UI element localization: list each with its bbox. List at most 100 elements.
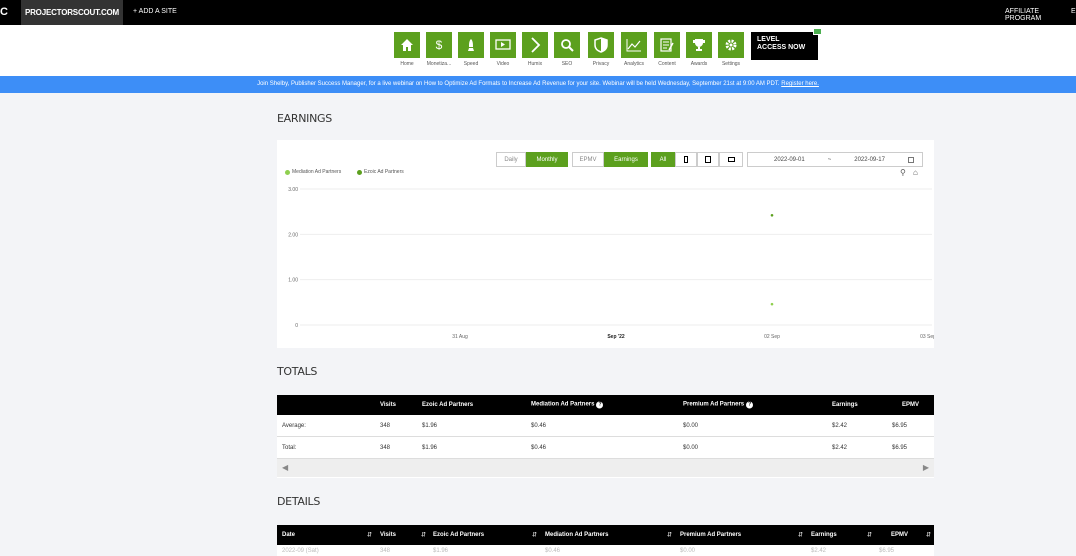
register-link[interactable]: Register here.	[781, 81, 819, 87]
cell-premium: $0.00	[683, 422, 699, 429]
level-access-now-button[interactable]: LEVEL ACCESS NOW	[751, 28, 822, 60]
totals-col-earnings: Earnings	[832, 402, 858, 408]
sort-icon[interactable]: ⇵	[532, 532, 537, 539]
cell-epmv: $6.95	[879, 548, 895, 554]
legend-item-ezoic[interactable]: Ezoic Ad Partners	[357, 169, 404, 175]
sort-icon[interactable]: ⇵	[367, 532, 372, 539]
legend-label: Ezoic Ad Partners	[364, 169, 404, 175]
cell-earnings: $2.42	[811, 548, 827, 554]
nav-item-home[interactable]: Home	[394, 32, 420, 67]
col-text: Mediation Ad Partners	[531, 401, 595, 408]
details-col-premium[interactable]: Premium Ad Partners	[680, 532, 741, 538]
sort-icon[interactable]: ⇵	[867, 532, 872, 539]
home-icon	[401, 39, 413, 51]
row-label: Total:	[282, 444, 297, 451]
topbar-cut-label[interactable]: E	[1071, 8, 1076, 15]
details-heading: DETAILS	[277, 495, 321, 508]
all-devices-button[interactable]: All	[651, 152, 675, 167]
legend-dot	[285, 169, 290, 175]
table-row: 2022-09 (Sat) 348 $1.96 $0.46 $0.00 $2.4…	[277, 545, 934, 556]
nav-item-video[interactable]: Video	[490, 32, 516, 67]
date-to: 2022-09-17	[854, 156, 885, 163]
cell-premium: $0.00	[683, 444, 699, 451]
help-icon[interactable]: ?	[746, 401, 754, 409]
site-selector[interactable]: PROJECTORSCOUT.COM	[21, 0, 123, 25]
horizontal-scrollbar[interactable]: ◀ ▶	[277, 459, 934, 477]
date-from: 2022-09-01	[774, 156, 805, 163]
nav-item-monetization[interactable]: $ Monetiza...	[426, 32, 452, 67]
monthly-button[interactable]: Monthly	[526, 152, 568, 167]
mobile-device-button[interactable]	[675, 152, 697, 167]
cell-mediation: $0.46	[531, 444, 547, 451]
legend-item-mediation[interactable]: Mediation Ad Partners	[285, 169, 341, 175]
totals-col-epmv: EPMV	[902, 402, 920, 408]
earnings-chart-card: Daily Monthly EPMV Earnings All 2022-09-…	[277, 140, 934, 348]
nav-item-humix[interactable]: Humix	[522, 32, 548, 67]
details-col-epmv[interactable]: EPMV	[891, 532, 908, 538]
nav-item-speed[interactable]: Speed	[458, 32, 484, 67]
data-point[interactable]	[770, 213, 774, 217]
totals-col-premium: Premium Ad Partners?	[683, 401, 754, 409]
data-point[interactable]	[770, 302, 774, 306]
nav-item-content[interactable]: Content	[654, 32, 680, 67]
totals-col-mediation: Mediation Ad Partners?	[531, 401, 604, 409]
zoom-icon[interactable]: ⚲	[900, 168, 906, 177]
x-tick-label: 03 Sep	[920, 334, 934, 340]
details-col-mediation[interactable]: Mediation Ad Partners	[545, 532, 608, 538]
table-row: Total: 348 $1.96 $0.46 $0.00 $2.42 $6.95	[277, 437, 934, 459]
cell-visits: 348	[380, 444, 391, 451]
help-icon[interactable]: ?	[596, 401, 604, 409]
edit-icon	[660, 38, 674, 52]
cell-ezoic: $1.96	[422, 422, 438, 429]
details-col-date[interactable]: Date	[282, 532, 295, 538]
reset-home-icon[interactable]: ⌂	[913, 168, 918, 177]
x-tick-label: 31 Aug	[452, 334, 468, 340]
cell-date: 2022-09 (Sat)	[282, 548, 319, 554]
cell-premium: $0.00	[680, 548, 696, 554]
details-col-earnings[interactable]: Earnings	[811, 532, 837, 538]
cell-visits: 348	[380, 548, 391, 554]
epmv-button[interactable]: EPMV	[572, 152, 604, 167]
nav-label: SEO	[561, 61, 573, 67]
add-site-link[interactable]: + ADD A SITE	[133, 8, 177, 15]
nav-item-settings[interactable]: Settings	[718, 32, 744, 67]
nav-item-seo[interactable]: SEO	[554, 32, 580, 67]
legend-dot	[357, 169, 362, 175]
date-separator: ~	[827, 156, 832, 163]
cell-ezoic: $1.96	[422, 444, 438, 451]
rocket-icon	[468, 39, 474, 51]
tablet-device-button[interactable]	[697, 152, 719, 167]
legend-label: Mediation Ad Partners	[292, 169, 342, 175]
totals-col-ezoic: Ezoic Ad Partners	[422, 402, 474, 408]
mobile-icon	[684, 156, 688, 163]
nav-item-analytics[interactable]: Analytics	[621, 32, 647, 67]
calendar-icon	[907, 156, 914, 163]
daily-button[interactable]: Daily	[496, 152, 526, 167]
details-table: Date ⇵ Visits ⇵ Ezoic Ad Partners ⇵ Medi…	[277, 525, 934, 556]
x-tick-label: 02 Sep	[764, 334, 780, 340]
totals-heading: TOTALS	[277, 365, 318, 378]
nav-item-awards[interactable]: Awards	[686, 32, 712, 67]
cell-ezoic: $1.96	[433, 548, 449, 554]
nav-item-privacy[interactable]: Privacy	[588, 32, 614, 67]
shield-icon	[594, 37, 608, 53]
table-row: Average: 348 $1.96 $0.46 $0.00 $2.42 $6.…	[277, 415, 934, 437]
sort-icon[interactable]: ⇵	[798, 532, 803, 539]
desktop-device-button[interactable]	[719, 152, 743, 167]
dollar-icon: $	[435, 38, 443, 52]
logo[interactable]: C	[0, 6, 8, 18]
scroll-right-icon[interactable]: ▶	[923, 463, 929, 472]
sort-icon[interactable]: ⇵	[926, 532, 931, 539]
sort-icon[interactable]: ⇵	[667, 532, 672, 539]
details-col-ezoic[interactable]: Ezoic Ad Partners	[433, 532, 484, 538]
date-range-picker[interactable]: 2022-09-01 ~ 2022-09-17	[747, 152, 923, 167]
totals-header-row: Visits Ezoic Ad Partners Mediation Ad Pa…	[277, 395, 934, 415]
scroll-left-icon[interactable]: ◀	[282, 463, 288, 472]
earnings-button[interactable]: Earnings	[604, 152, 648, 167]
trophy-icon	[693, 39, 705, 51]
details-col-visits[interactable]: Visits	[380, 532, 396, 538]
cell-earnings: $2.42	[832, 422, 848, 429]
sort-icon[interactable]: ⇵	[421, 532, 426, 539]
gear-icon	[725, 39, 737, 51]
affiliate-program-link[interactable]: AFFILIATE PROGRAM	[1005, 8, 1076, 22]
